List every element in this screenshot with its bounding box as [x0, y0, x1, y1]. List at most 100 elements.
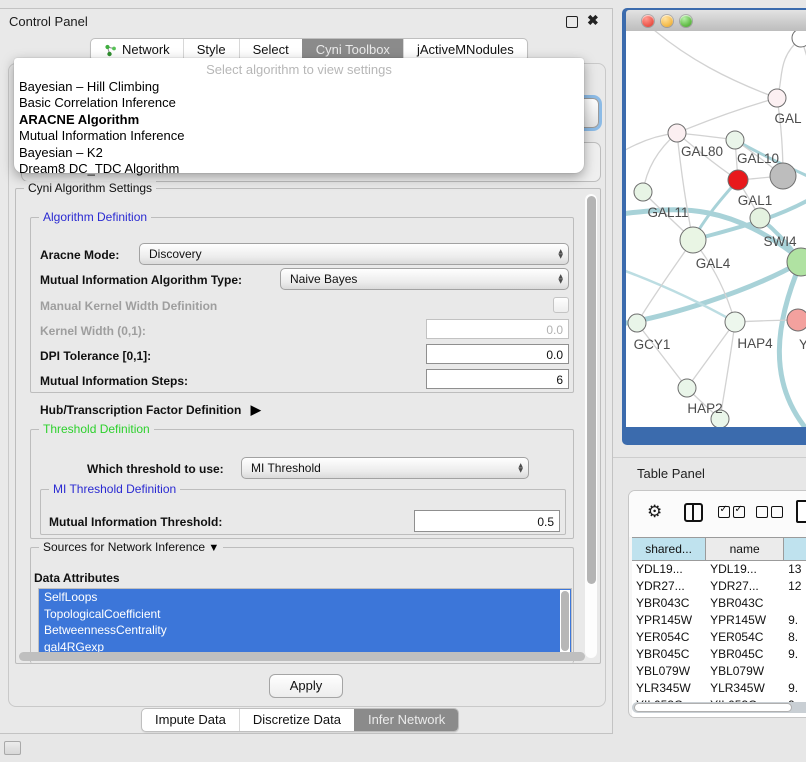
mi-steps-field[interactable]: 6 — [426, 369, 569, 389]
table-cell — [784, 595, 806, 612]
data-attributes-label: Data Attributes — [34, 571, 120, 585]
network-edge[interactable] — [646, 31, 777, 98]
table-row[interactable]: YBL079WYBL079W — [632, 663, 806, 680]
table-cell: YPR145W — [706, 612, 784, 629]
attribute-list-item[interactable]: BetweennessCentrality — [39, 622, 571, 639]
table-horizontal-scrollbar[interactable] — [632, 702, 806, 713]
threshold-definition-title: Threshold Definition — [39, 422, 154, 436]
network-node-gal10[interactable] — [726, 131, 744, 149]
table-row[interactable]: YLR345WYLR345W9. — [632, 680, 806, 697]
close-icon[interactable]: ✖ — [587, 12, 599, 29]
network-edge[interactable] — [777, 38, 801, 98]
deselect-all-columns-icon[interactable] — [756, 506, 783, 518]
close-traffic-light-icon[interactable] — [642, 15, 654, 27]
settings-group-title: Cyni Algorithm Settings — [24, 181, 156, 195]
table-cell: YDL19... — [706, 561, 784, 578]
column-header-shared-name[interactable]: shared... — [632, 538, 706, 560]
export-table-icon[interactable] — [796, 500, 806, 523]
sources-group-title[interactable]: Sources for Network Inference ▼ — [39, 540, 223, 554]
gear-icon[interactable]: ⚙ — [647, 502, 662, 522]
network-node-gcy1[interactable] — [628, 314, 646, 332]
network-edge[interactable] — [801, 38, 806, 111]
network-edge[interactable] — [637, 323, 687, 388]
network-node[interactable] — [770, 163, 796, 189]
float-window-icon[interactable] — [566, 16, 578, 28]
apply-button[interactable]: Apply — [269, 674, 343, 698]
attribute-list-item[interactable]: SelfLoops — [39, 589, 571, 606]
network-node-gal4[interactable] — [680, 227, 706, 253]
table-cell: YER054C — [632, 629, 706, 646]
network-node-label: GAL — [774, 111, 802, 126]
network-edge[interactable] — [643, 133, 677, 192]
algorithm-option[interactable]: ARACNE Algorithm — [14, 112, 584, 128]
network-node-hap2[interactable] — [678, 379, 696, 397]
aracne-mode-combo[interactable]: Discovery ▲▼ — [139, 243, 569, 265]
combo-arrows-icon: ▲▼ — [558, 245, 563, 263]
network-edge[interactable] — [677, 98, 777, 133]
algorithm-option[interactable]: Dream8 DC_TDC Algorithm — [14, 161, 584, 177]
which-threshold-combo[interactable]: MI Threshold ▲▼ — [241, 457, 529, 479]
algorithm-dropdown: Select algorithm to view settings Bayesi… — [14, 58, 584, 173]
attribute-list-item[interactable]: TopologicalCoefficient — [39, 606, 571, 623]
network-graph: GALGAL80GAL10GAL1GAL11SWI4GAL4GCY1HAP4YH… — [626, 31, 806, 427]
mi-type-label: Mutual Information Algorithm Type: — [40, 273, 242, 287]
network-canvas[interactable]: GALGAL80GAL10GAL1GAL11SWI4GAL4GCY1HAP4YH… — [626, 31, 806, 427]
algorithm-option[interactable]: Basic Correlation Inference — [14, 95, 584, 111]
table-row[interactable]: YBR043CYBR043C — [632, 595, 806, 612]
cyni-mode-tabbar: Impute Data Discretize Data Infer Networ… — [141, 708, 459, 732]
network-node-y[interactable] — [787, 309, 806, 331]
tab-infer-network[interactable]: Infer Network — [354, 709, 458, 731]
table-cell: YLR345W — [632, 680, 706, 697]
dpi-tolerance-field[interactable]: 0.0 — [426, 344, 569, 364]
table-cell: YLR345W — [706, 680, 784, 697]
table-row[interactable]: YDR27...YDR27...12 — [632, 578, 806, 595]
manual-kernel-checkbox[interactable] — [553, 297, 569, 313]
column-header-name[interactable]: name — [706, 538, 784, 560]
dpi-tolerance-label: DPI Tolerance [0,1]: — [40, 349, 151, 363]
kernel-width-field[interactable]: 0.0 — [426, 319, 569, 339]
mi-threshold-group-title: MI Threshold Definition — [49, 482, 180, 496]
algorithm-option[interactable]: Bayesian – Hill Climbing — [14, 79, 584, 95]
table-cell: YDR27... — [632, 578, 706, 595]
hub-section-toggle[interactable]: Hub/Transcription Factor Definition ▶ — [40, 402, 261, 418]
mi-threshold-field[interactable]: 0.5 — [414, 510, 560, 532]
table-row[interactable]: YDL19...YDL19...13 — [632, 561, 806, 578]
network-node-label: Y — [799, 337, 806, 352]
zoom-traffic-light-icon[interactable] — [680, 15, 692, 27]
table-cell: YBL079W — [632, 663, 706, 680]
algorithm-option[interactable]: Mutual Information Inference — [14, 128, 584, 144]
table-panel-divider — [613, 457, 806, 458]
select-all-columns-icon[interactable] — [718, 506, 745, 518]
network-node-gal1[interactable] — [728, 170, 748, 190]
attributes-scrollbar[interactable] — [560, 590, 570, 653]
network-edge[interactable] — [687, 322, 735, 388]
table-cell: YBR043C — [632, 595, 706, 612]
network-node-label: SWI4 — [763, 234, 796, 249]
network-node-label: HAP4 — [737, 336, 773, 351]
network-window-titlebar[interactable] — [626, 10, 806, 32]
table-header-row: shared... name — [632, 537, 806, 561]
tab-discretize-data[interactable]: Discretize Data — [239, 709, 354, 731]
tab-impute-data[interactable]: Impute Data — [142, 709, 239, 731]
algorithm-dropdown-prompt: Select algorithm to view settings — [14, 58, 584, 79]
minimized-panel-icon[interactable] — [4, 741, 21, 755]
network-node-label: GAL80 — [681, 144, 723, 159]
network-node-swi4[interactable] — [750, 208, 770, 228]
column-header-third[interactable] — [784, 538, 806, 560]
mi-type-combo[interactable]: Naive Bayes ▲▼ — [280, 268, 569, 290]
network-node-gal[interactable] — [768, 89, 786, 107]
split-columns-icon[interactable] — [684, 503, 703, 522]
network-node-hap4[interactable] — [725, 312, 745, 332]
table-row[interactable]: YER054CYER054C8. — [632, 629, 806, 646]
table-row[interactable]: YPR145WYPR145W9. — [632, 612, 806, 629]
data-attributes-list[interactable]: SelfLoopsTopologicalCoefficientBetweenne… — [38, 588, 572, 655]
settings-horizontal-scrollbar[interactable] — [19, 652, 585, 661]
algorithm-option[interactable]: Bayesian – K2 — [14, 145, 584, 161]
table-cell — [784, 663, 806, 680]
minimize-traffic-light-icon[interactable] — [661, 15, 673, 27]
network-node-gal80[interactable] — [668, 124, 686, 142]
settings-vertical-scrollbar[interactable] — [585, 194, 597, 658]
network-node-gal11[interactable] — [634, 183, 652, 201]
network-node-label: GAL11 — [647, 205, 688, 220]
table-row[interactable]: YBR045CYBR045C9. — [632, 646, 806, 663]
